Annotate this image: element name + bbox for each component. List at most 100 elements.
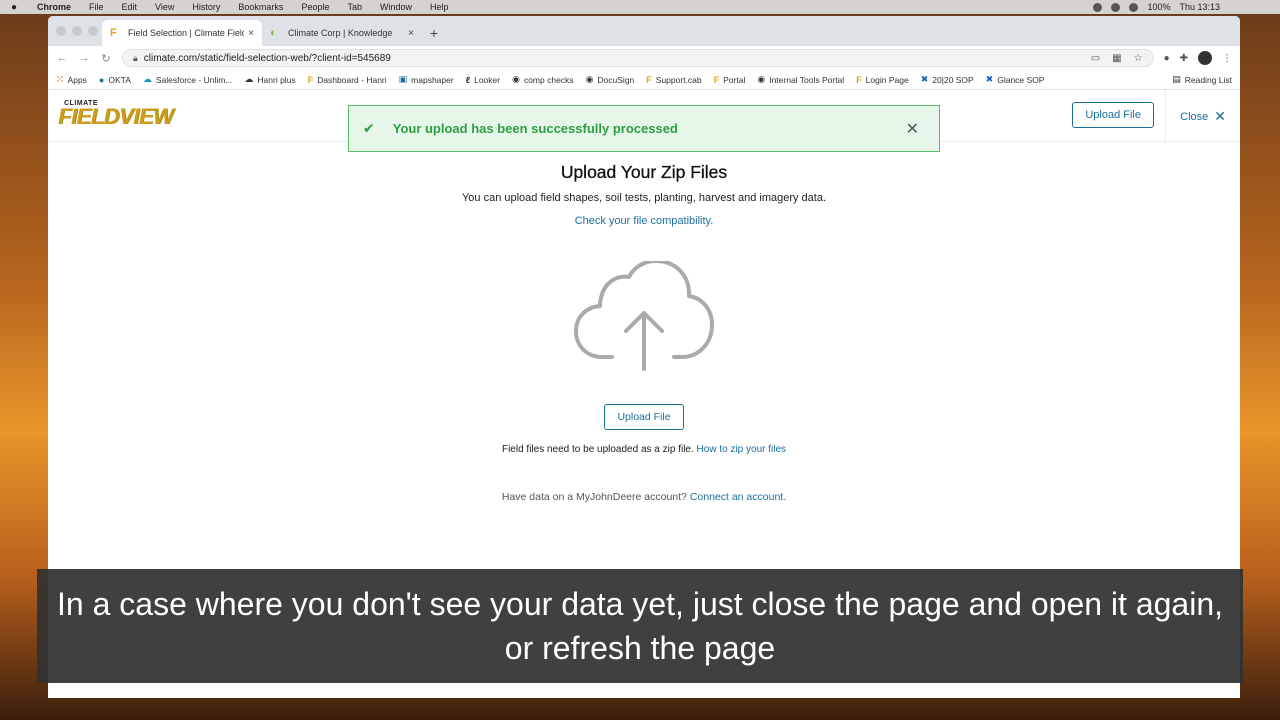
reload-icon[interactable]: ↻ [100, 52, 112, 65]
bookmarks-bar: ⁙ Apps ● OKTA ☁ Salesforce - Unlim... ☁ Hanr… [48, 70, 1240, 90]
menu-file[interactable]: File [80, 2, 113, 12]
wifi-icon[interactable] [1129, 2, 1139, 12]
menu-view[interactable]: View [146, 2, 183, 12]
success-toast: ✔ Your upload has been successfully proc… [348, 105, 940, 152]
header-divider [1165, 90, 1166, 142]
page-title: Upload Your Zip Files [560, 162, 728, 182]
url-text[interactable]: climate.com/static/field-selection-web/?… [144, 53, 391, 64]
header-close-button[interactable]: Close ✕ [1180, 108, 1226, 125]
map-icon: ▣ [398, 74, 408, 84]
omnibox-actions: ▭ ▦ ☆ [1091, 53, 1143, 64]
connect-account-link[interactable]: Connect an account. [690, 491, 786, 503]
tab-label: Field Selection | Climate FieldV [128, 28, 245, 38]
johndeere-text: Have data on a MyJohnDeere account? [501, 491, 687, 503]
bookmark-apps[interactable]: ⁙ Apps [56, 74, 87, 85]
browser-toolbar: ← → ↻ 🔒︎ climate.com/static/field-select… [48, 46, 1240, 70]
bookmark-mapshaper[interactable]: ▣ mapshaper [399, 74, 454, 85]
status-area: 100% Thu 13:13 [1093, 2, 1280, 12]
climate-favicon-icon: ◐ [270, 27, 277, 39]
window-controls [56, 26, 98, 36]
globe-icon: ◉ [585, 74, 594, 84]
clock[interactable]: Thu 13:13 [1179, 2, 1220, 12]
bookmark-dashboard-hanri[interactable]: F Dashboard - Hanri [308, 75, 387, 85]
fieldview-icon: F [856, 74, 862, 85]
menu-tab[interactable]: Tab [338, 2, 371, 12]
fieldview-icon: F [307, 74, 314, 85]
qr-code-icon[interactable]: ▦ [1112, 53, 1121, 64]
upload-panel: Upload Your Zip Files You can upload fie… [48, 162, 1240, 503]
bookmark-portal[interactable]: F Portal [714, 75, 746, 85]
tab-label: Climate Corp | Knowledge [288, 28, 393, 38]
cross-icon: ✖ [920, 74, 929, 84]
menu-edit[interactable]: Edit [113, 2, 147, 12]
close-icon: ✕ [1214, 108, 1226, 124]
fieldview-icon: F [713, 74, 720, 85]
close-label: Close [1180, 110, 1209, 123]
apple-icon[interactable]: ● [0, 2, 28, 13]
fieldview-logo[interactable]: CLIMATE FIELDVIEW [58, 100, 174, 128]
upload-file-button[interactable]: Upload File [604, 404, 684, 430]
johndeere-note: Have data on a MyJohnDeere account? Conn… [48, 491, 1240, 503]
video-caption: In a case where you don't see your data … [37, 569, 1243, 683]
reading-list[interactable]: ▤ Reading List [1172, 74, 1232, 85]
cross-icon: ✖ [985, 74, 994, 84]
bookmark-2020-sop[interactable]: ✖ 20|20 SOP [921, 74, 974, 85]
macos-menubar: ● Chrome File Edit View History Bookmark… [0, 0, 1280, 14]
apps-grid-icon: ⁙ [56, 74, 64, 84]
tab-strip: F Field Selection | Climate FieldV × ◐ C… [48, 16, 1240, 46]
cast-icon[interactable]: ▭ [1091, 53, 1100, 64]
close-window-button[interactable] [56, 26, 66, 36]
forward-arrow-icon[interactable]: → [78, 52, 90, 64]
new-tab-button[interactable]: + [422, 20, 446, 46]
menu-help[interactable]: Help [421, 2, 458, 12]
globe-icon: ◉ [757, 74, 766, 84]
menu-history[interactable]: History [183, 2, 229, 12]
menu-window[interactable]: Window [371, 2, 421, 12]
tab-climate-corp[interactable]: ◐ Climate Corp | Knowledge × [262, 20, 422, 46]
tab-close-icon[interactable]: × [248, 28, 254, 39]
header-upload-file-button[interactable]: Upload File [1072, 102, 1154, 128]
how-to-zip-link[interactable]: How to zip your files [697, 444, 786, 455]
address-bar[interactable]: 🔒︎ climate.com/static/field-selection-we… [122, 49, 1154, 67]
bookmark-salesforce[interactable]: ☁ Salesforce - Unlim... [143, 74, 233, 85]
compatibility-link[interactable]: Check your file compatibility. [575, 215, 714, 227]
bookmark-login-page[interactable]: F Login Page [856, 75, 909, 85]
bookmark-okta[interactable]: ● OKTA [99, 75, 131, 85]
bookmark-glance-sop[interactable]: ✖ Glance SOP [986, 74, 1045, 85]
star-icon[interactable]: ☆ [1134, 53, 1143, 64]
bookmark-comp-checks[interactable]: ◉ comp checks [512, 74, 573, 85]
extension-icon[interactable]: ● [1164, 53, 1170, 64]
zip-note-text: Field files need to be uploaded as a zip… [501, 444, 694, 455]
menu-kebab-icon[interactable]: ⋮ [1222, 53, 1232, 64]
reading-list-icon: ▤ [1172, 74, 1181, 84]
menu-people[interactable]: People [292, 2, 338, 12]
tab-close-icon[interactable]: × [408, 28, 414, 39]
toast-message: Your upload has been successfully proces… [392, 121, 678, 136]
upload-description: You can upload field shapes, soil tests,… [454, 187, 834, 233]
minimize-window-button[interactable] [72, 26, 82, 36]
profile-avatar[interactable] [1198, 51, 1212, 65]
menu-bookmarks[interactable]: Bookmarks [229, 2, 292, 12]
back-arrow-icon[interactable]: ← [56, 52, 68, 64]
bookmark-docusign[interactable]: ◉ DocuSign [586, 74, 635, 85]
bookmark-looker[interactable]: ℓ Looker [466, 75, 500, 85]
cloud-icon: ☁ [142, 74, 152, 84]
fieldview-favicon-icon: F [110, 27, 117, 39]
looker-icon: ℓ [465, 74, 471, 85]
cloud-status-icon[interactable] [1111, 2, 1121, 12]
puzzle-icon[interactable]: ✚ [1180, 53, 1188, 64]
menu-app[interactable]: Chrome [28, 2, 80, 12]
hanri-icon: ☁ [244, 74, 254, 84]
status-icon[interactable] [1093, 2, 1103, 12]
zip-note: Field files need to be uploaded as a zip… [48, 444, 1240, 455]
bookmark-internal-tools[interactable]: ◉ Internal Tools Portal [757, 74, 844, 85]
bookmark-support-cab[interactable]: F Support.cab [646, 75, 701, 85]
battery-level[interactable]: 100% [1147, 2, 1170, 12]
zoom-window-button[interactable] [88, 26, 98, 36]
toast-close-icon[interactable]: ✕ [906, 119, 919, 139]
lock-icon[interactable]: 🔒︎ [133, 53, 138, 64]
bookmark-hanri-plus[interactable]: ☁ Hanri plus [244, 74, 295, 85]
check-icon: ✔ [363, 120, 375, 136]
tab-field-selection[interactable]: F Field Selection | Climate FieldV × [102, 20, 262, 46]
okta-icon: ● [98, 74, 105, 85]
